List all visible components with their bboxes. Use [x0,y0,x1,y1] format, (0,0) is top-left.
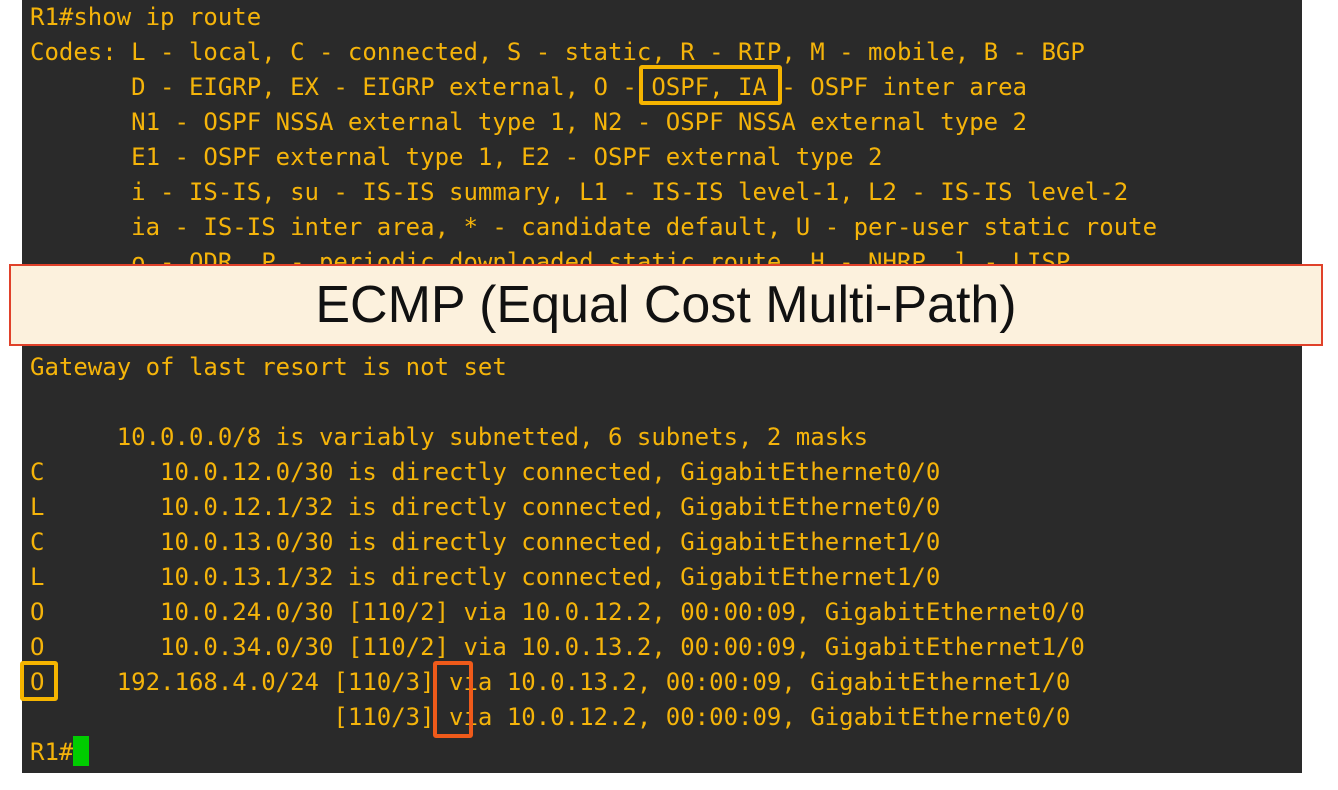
terminal-prompt: R1# [30,738,74,766]
terminal-window[interactable]: R1#show ip route Codes: L - local, C - c… [22,0,1302,773]
terminal-line-codes-4: E1 - OSPF external type 1, E2 - OSPF ext… [30,143,883,171]
terminal-line-command: R1#show ip route [30,3,262,31]
terminal-cursor [73,736,90,766]
terminal-line-codes-2: D - EIGRP, EX - EIGRP external, O - OSPF… [30,73,1027,101]
route-entry: O 10.0.34.0/30 [110/2] via 10.0.13.2, 00… [30,633,1085,661]
route-entry: L 10.0.13.1/32 is directly connected, Gi… [30,563,941,591]
ospf-code-highlight [639,65,782,105]
route-entry: C 10.0.13.0/30 is directly connected, Gi… [30,528,941,556]
route-entry-ecmp: O 192.168.4.0/24 [110/3] via 10.0.13.2, … [30,668,1071,696]
terminal-line-gateway: Gateway of last resort is not set [30,353,507,381]
terminal-line-codes-3: N1 - OSPF NSSA external type 1, N2 - OSP… [30,108,1027,136]
route-entry-ecmp-second-path: [110/3] via 10.0.12.2, 00:00:09, Gigabit… [30,703,1071,731]
ospf-route-code-highlight [20,661,58,701]
terminal-line-subnetted: 10.0.0.0/8 is variably subnetted, 6 subn… [30,423,869,451]
terminal-prompt-line[interactable]: R1# [30,735,90,770]
banner-title: ECMP (Equal Cost Multi-Path) [315,276,1017,334]
ecmp-title-banner: ECMP (Equal Cost Multi-Path) [9,264,1323,346]
route-entry: O 10.0.24.0/30 [110/2] via 10.0.12.2, 00… [30,598,1085,626]
terminal-line-codes-5: i - IS-IS, su - IS-IS summary, L1 - IS-I… [30,178,1129,206]
route-entry: L 10.0.12.1/32 is directly connected, Gi… [30,493,941,521]
equal-metric-highlight [433,661,473,738]
route-entry: C 10.0.12.0/30 is directly connected, Gi… [30,458,941,486]
terminal-line-codes-1: Codes: L - local, C - connected, S - sta… [30,38,1085,66]
terminal-line-codes-6: ia - IS-IS inter area, * - candidate def… [30,213,1158,241]
